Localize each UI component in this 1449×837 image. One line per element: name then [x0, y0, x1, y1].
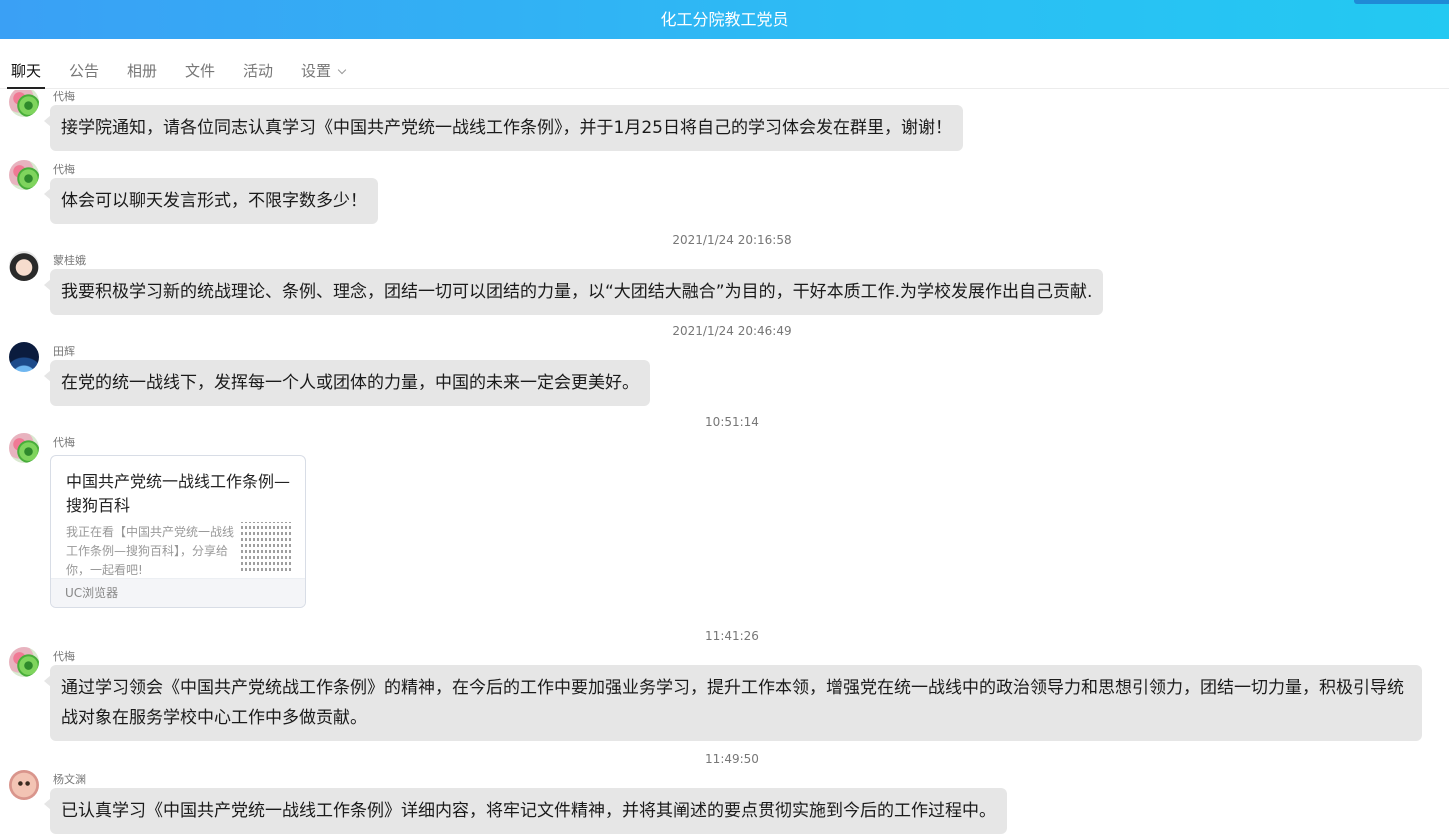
link-card-thumbnail [241, 522, 291, 574]
sender-name: 田辉 [53, 345, 75, 358]
tab-files[interactable]: 文件 [185, 60, 215, 89]
message-bubble[interactable]: 我要积极学习新的统战理论、条例、理念，团结一切可以团结的力量，以“大团结大融合”… [43, 269, 1104, 315]
message-bubble[interactable]: 已认真学习《中国共产党统一战线工作条例》详细内容，将牢记文件精神，并将其阐述的要… [44, 788, 1007, 834]
sender-name: 蒙桂娥 [53, 254, 86, 267]
timestamp: 2021/1/24 20:46:49 [672, 324, 792, 338]
tab-settings[interactable]: 设置 [301, 60, 347, 89]
tab-settings-label: 设置 [301, 62, 332, 80]
tab-chat[interactable]: 聊天 [6, 60, 46, 89]
avatar[interactable] [9, 770, 39, 800]
timestamp: 11:49:50 [705, 752, 759, 766]
message-bubble[interactable]: 在党的统一战线下，发挥每一个人或团体的力量，中国的未来一定会更美好。 [44, 360, 650, 406]
sender-name: 代梅 [53, 650, 75, 663]
timestamp: 10:51:14 [705, 415, 759, 429]
link-card-title: 中国共产党统一战线工作条例—搜狗百科 [66, 472, 291, 515]
sender-name: 杨文渊 [53, 773, 86, 786]
sender-name: 代梅 [53, 163, 75, 176]
sender-name: 代梅 [53, 436, 75, 449]
title-bar: 化工分院教工党员 [0, 0, 1449, 39]
avatar[interactable] [9, 433, 39, 463]
avatar[interactable] [9, 160, 39, 190]
link-card-source: UC浏览器 [51, 578, 305, 607]
link-card[interactable]: 中国共产党统一战线工作条例—搜狗百科 我正在看【中国共产党统一战线工作条例—搜狗… [50, 455, 306, 608]
link-card-description: 我正在看【中国共产党统一战线工作条例—搜狗百科】，分享给你，一起看吧! [66, 525, 235, 577]
message-bubble[interactable]: 通过学习领会《中国共产党统战工作条例》的精神，在今后的工作中要加强业务学习，提升… [44, 665, 1422, 741]
chevron-down-icon [337, 65, 347, 75]
tab-announcements[interactable]: 公告 [69, 60, 99, 89]
tab-activities[interactable]: 活动 [243, 60, 273, 89]
timestamp: 2021/1/24 20:16:58 [672, 233, 792, 247]
avatar[interactable] [9, 342, 39, 372]
sender-name: 代梅 [53, 90, 75, 103]
tab-bar: 聊天 公告 相册 文件 活动 设置 [0, 39, 1449, 89]
timestamp: 11:41:26 [705, 629, 759, 643]
avatar[interactable] [9, 90, 39, 117]
group-title: 化工分院教工党员 [660, 10, 789, 29]
tab-album[interactable]: 相册 [127, 60, 157, 89]
message-bubble[interactable]: 体会可以聊天发言形式，不限字数多少！ [44, 178, 378, 224]
avatar[interactable] [9, 251, 39, 281]
message-bubble[interactable]: 接学院通知，请各位同志认真学习《中国共产党统一战线工作条例》，并于1月25日将自… [44, 105, 963, 151]
avatar[interactable] [9, 647, 39, 677]
window-corner-accent [1354, 0, 1449, 4]
chat-message-list[interactable]: 代梅 接学院通知，请各位同志认真学习《中国共产党统一战线工作条例》，并于1月25… [0, 90, 1449, 837]
